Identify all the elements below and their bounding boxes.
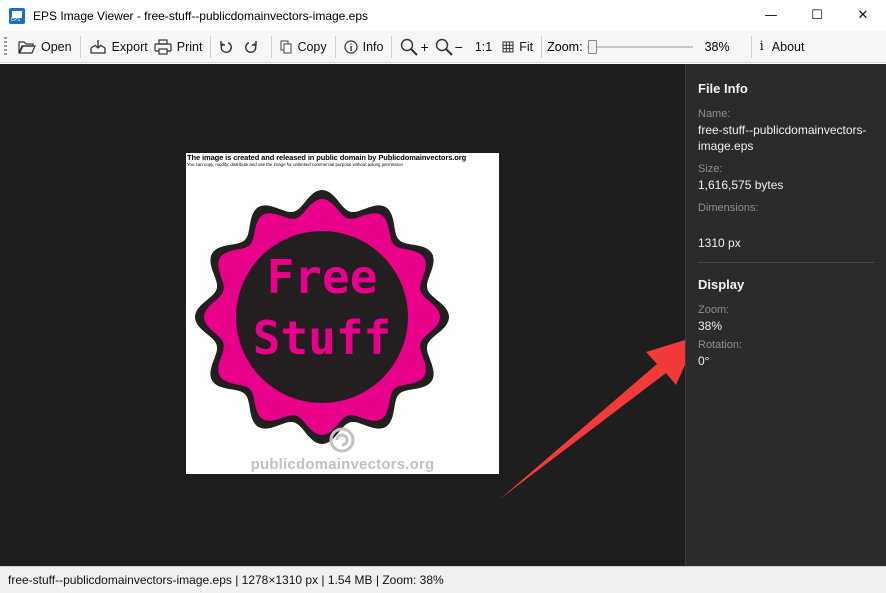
display-zoom-label: Zoom: (698, 304, 730, 316)
display-zoom-value: 38% (698, 319, 723, 333)
fit-button[interactable]: Fit (499, 34, 536, 60)
copy-icon (280, 39, 292, 54)
about-label: About (771, 39, 805, 54)
annotation-arrow (500, 340, 685, 499)
display-heading: Display (698, 277, 745, 292)
size-label: Size: (698, 163, 723, 175)
zoom-value: 38% (704, 39, 730, 54)
export-button[interactable]: Export (86, 34, 151, 60)
actual-size-label: 1:1 (474, 39, 493, 54)
info-side-panel: File Info Name: free-stuff--publicdomain… (685, 64, 886, 566)
toolbar-separator (210, 35, 212, 58)
zoom-slider-track (586, 45, 693, 48)
title-bar: EPS EPS Image Viewer - free-stuff--publi… (0, 0, 886, 31)
toolbar-grip[interactable] (4, 36, 7, 57)
window-controls: — ☐ ✕ (748, 0, 886, 31)
export-label: Export (111, 39, 148, 54)
zoom-slider-thumb[interactable] (587, 39, 597, 54)
name-value-line1: free-stuff--publicdomainvectors- (698, 123, 867, 137)
zoom-out-label: − (454, 38, 463, 55)
zoom-out-icon (435, 38, 453, 56)
toolbar-separator (271, 35, 273, 58)
name-label: Name: (698, 108, 731, 120)
zoom-label: Zoom: (547, 39, 583, 54)
export-icon (89, 39, 107, 55)
toolbar-separator (750, 35, 752, 58)
status-bar: free-stuff--publicdomainvectors-image.ep… (0, 566, 886, 593)
toolbar-separator (79, 35, 81, 58)
rotate-right-button[interactable] (241, 34, 266, 60)
panel-divider (698, 262, 874, 263)
rotation-value: 0° (698, 354, 710, 368)
rotate-right-icon (244, 40, 258, 54)
info-icon (344, 39, 358, 54)
copy-button[interactable]: Copy (277, 34, 329, 60)
info-letter-icon: i (759, 39, 764, 54)
minimize-button[interactable]: — (748, 0, 794, 31)
rotate-left-button[interactable] (216, 34, 241, 60)
size-value: 1,616,575 bytes (698, 178, 784, 192)
toolbar: Open Export Print Copy Info + − 1:1 Fit … (0, 31, 886, 63)
open-button[interactable]: Open (15, 34, 75, 60)
toolbar-separator (334, 35, 336, 58)
about-button[interactable]: i About (757, 34, 808, 60)
file-info-heading: File Info (698, 81, 748, 96)
zoom-slider[interactable] (586, 39, 693, 54)
fit-label: Fit (519, 39, 534, 54)
toolbar-separator (391, 35, 393, 58)
print-label: Print (176, 39, 203, 54)
folder-open-icon (18, 40, 36, 54)
rotate-left-icon (219, 40, 233, 54)
rotation-label: Rotation: (698, 339, 743, 351)
zoom-in-icon (400, 38, 419, 56)
open-label: Open (41, 39, 72, 54)
image-canvas[interactable]: The image is created and released in pub… (0, 64, 685, 566)
dimensions-value: 1310 px (698, 236, 741, 250)
info-label: Info (362, 39, 384, 54)
printer-icon (154, 38, 172, 55)
zoom-in-button[interactable]: + (397, 34, 431, 60)
window-title: EPS Image Viewer - free-stuff--publicdom… (33, 8, 369, 23)
name-value-line2: image.eps (698, 139, 754, 153)
copy-label: Copy (297, 39, 327, 54)
zoom-out-button[interactable]: − (432, 34, 466, 60)
maximize-button[interactable]: ☐ (794, 0, 840, 31)
fit-grid-icon (502, 41, 514, 53)
toolbar-separator (541, 35, 543, 58)
status-text: free-stuff--publicdomainvectors-image.ep… (8, 573, 444, 587)
dimensions-label: Dimensions: (698, 202, 759, 214)
print-button[interactable]: Print (151, 34, 206, 60)
close-button[interactable]: ✕ (840, 0, 886, 31)
actual-size-button[interactable]: 1:1 (472, 34, 495, 60)
zoom-in-label: + (420, 38, 429, 55)
eps-file-icon: EPS (9, 7, 25, 24)
info-button[interactable]: Info (341, 34, 387, 60)
